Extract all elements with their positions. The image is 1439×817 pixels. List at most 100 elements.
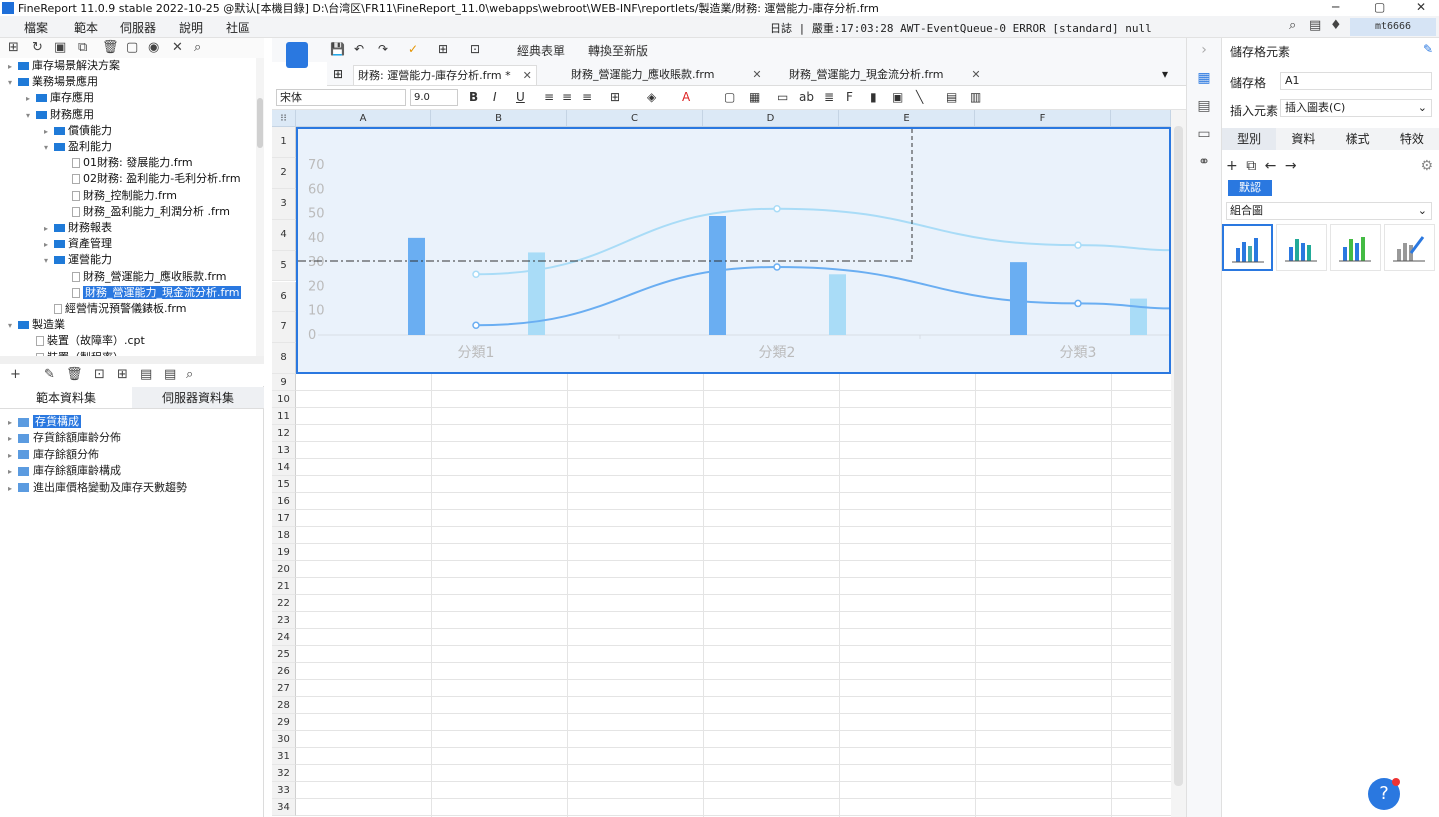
format-brush-icon[interactable]: ✓	[408, 42, 418, 56]
tab-template-dataset[interactable]: 範本資料集	[0, 387, 132, 408]
gear-icon[interactable]: ⚙	[1420, 158, 1433, 174]
locate-icon[interactable]: ◉	[148, 40, 159, 55]
row-header[interactable]: 11	[272, 408, 296, 426]
add-icon[interactable]: +	[1226, 158, 1238, 174]
column-header[interactable]: F	[975, 110, 1111, 127]
chevron-right-icon[interactable]: ▸	[8, 464, 18, 480]
chart-style-2[interactable]	[1276, 224, 1327, 271]
user-account[interactable]: mt6666	[1350, 18, 1436, 36]
preview-icon[interactable]: ⊞	[438, 42, 448, 56]
text-icon[interactable]: ab	[799, 90, 814, 104]
row-header[interactable]: 3	[272, 188, 296, 220]
chevron-right-icon[interactable]: ▸	[44, 221, 54, 237]
tab-server-dataset[interactable]: 伺服器資料集	[132, 387, 264, 408]
row-header[interactable]: 8	[272, 343, 296, 375]
panel-splitter[interactable]	[0, 356, 264, 364]
dataset-item[interactable]: ▸ 存貨餘額庫齡分佈	[8, 430, 121, 446]
row-header[interactable]: 4	[272, 219, 296, 251]
classic-form-button[interactable]: 經典表單	[517, 42, 565, 59]
chart-style-3[interactable]	[1330, 224, 1381, 271]
minimize-button[interactable]: ─	[1332, 0, 1339, 14]
row-header[interactable]: 7	[272, 312, 296, 344]
tree-item[interactable]: 財務_控制能力.frm	[62, 188, 177, 204]
chevron-right-icon[interactable]: ▸	[44, 237, 54, 253]
tree-item[interactable]: ▸ 償債能力	[44, 123, 112, 139]
row-header[interactable]: 25	[272, 646, 296, 664]
grid-scrollbar[interactable]	[1171, 110, 1186, 817]
row-header[interactable]: 20	[272, 561, 296, 579]
tree-item[interactable]: ▾ 盈利能力	[44, 139, 112, 155]
save-icon[interactable]: 💾	[330, 42, 345, 56]
switch-new-button[interactable]: 轉換至新版	[588, 42, 648, 59]
tree-item[interactable]: 裝置（故障率）.cpt	[26, 333, 145, 349]
tree-item[interactable]: ▾ 業務場景應用	[8, 74, 98, 90]
chevron-down-icon[interactable]: ▾	[8, 318, 18, 334]
tree-scrollbar[interactable]	[256, 58, 264, 358]
close-icon[interactable]: ✕	[523, 69, 532, 82]
column-header[interactable]: B	[431, 110, 567, 127]
tree-item[interactable]: ▸ 庫存應用	[26, 90, 94, 106]
row-header[interactable]: 33	[272, 782, 296, 800]
delete-icon[interactable]: 🗑	[102, 40, 119, 55]
tab-data[interactable]: 資料	[1276, 128, 1331, 150]
column-header[interactable]: E	[839, 110, 975, 127]
chart-type-select[interactable]: 組合圖 ⌄	[1226, 202, 1432, 220]
insert-element-select[interactable]: 插入圖表(C) ⌄	[1280, 99, 1432, 117]
expand-icon[interactable]: ›	[1196, 42, 1212, 58]
search-icon[interactable]: ⌕	[1289, 18, 1296, 33]
pin-icon[interactable]: ✎	[1423, 42, 1433, 56]
underline-icon[interactable]: U	[516, 90, 525, 104]
row-header[interactable]: 18	[272, 527, 296, 545]
formula-icon[interactable]: F	[846, 90, 853, 104]
tab-cashflow[interactable]: 財務_營運能力_現金流分析.frm ✕	[785, 65, 985, 85]
tab-receivables[interactable]: 財務_營運能力_應收賬款.frm ✕	[567, 65, 766, 85]
maximize-button[interactable]: ▢	[1374, 0, 1385, 14]
cell-attribute-icon[interactable]: ▤	[1196, 98, 1212, 114]
row-header[interactable]: 10	[272, 391, 296, 409]
paste-icon[interactable]: ▤	[140, 367, 152, 382]
row-header[interactable]: 23	[272, 612, 296, 630]
tree-item[interactable]: ▾ 財務應用	[26, 107, 94, 123]
cell-field[interactable]: A1	[1280, 72, 1432, 90]
chevron-right-icon[interactable]: ▸	[8, 481, 18, 497]
slash-icon[interactable]: ╲	[916, 90, 923, 104]
edit-icon[interactable]: ▣	[54, 40, 66, 55]
row-header[interactable]: 21	[272, 578, 296, 596]
corner-cell[interactable]: ⁝⁝	[272, 110, 296, 127]
template-icon[interactable]	[286, 42, 308, 68]
delete-icon[interactable]: 🗑	[66, 367, 83, 382]
row-header[interactable]: 5	[272, 250, 296, 282]
arrow-left-icon[interactable]: ←	[1265, 158, 1277, 174]
chevron-down-icon[interactable]: ▾	[44, 140, 54, 156]
row-header[interactable]: 34	[272, 799, 296, 817]
refresh-icon[interactable]: ↻	[32, 40, 43, 55]
chevron-right-icon[interactable]: ▸	[44, 124, 54, 140]
column-header[interactable]: C	[567, 110, 703, 127]
row-header[interactable]: 6	[272, 281, 296, 313]
chevron-right-icon[interactable]: ▸	[8, 415, 18, 431]
row-header[interactable]: 2	[272, 157, 296, 189]
notification-icon[interactable]: ♦	[1330, 18, 1342, 33]
dataset-item[interactable]: ▸ 庫存餘額庫齡構成	[8, 463, 121, 479]
hyperlink-icon[interactable]: ⚭	[1196, 154, 1212, 170]
row-header[interactable]: 15	[272, 476, 296, 494]
tree-item[interactable]: ▸ 資產管理	[44, 236, 112, 252]
menu-help[interactable]: 說明	[179, 19, 203, 36]
cell-element-icon[interactable]: ▦	[1196, 70, 1212, 86]
chevron-right-icon[interactable]: ▸	[26, 91, 36, 107]
tree-item[interactable]: 01財務: 發展能力.frm	[62, 155, 193, 171]
copy-icon[interactable]: ⧉	[1246, 158, 1256, 174]
dataset-item[interactable]: ▸ 庫存餘額分佈	[8, 447, 99, 463]
chart-icon[interactable]: ▮	[870, 90, 877, 104]
tree-item[interactable]: ▾ 製造業	[8, 317, 65, 333]
row-header[interactable]: 29	[272, 714, 296, 732]
image-icon[interactable]: ▣	[892, 90, 903, 104]
row-header[interactable]: 27	[272, 680, 296, 698]
tab-menu-icon[interactable]: ▾	[1162, 67, 1168, 81]
chart-style-4[interactable]	[1384, 224, 1435, 271]
chevron-right-icon[interactable]: ▸	[8, 59, 18, 75]
chevron-right-icon[interactable]: ▸	[8, 448, 18, 464]
redo-icon[interactable]: ↷	[378, 42, 388, 56]
float-element-icon[interactable]: ▭	[1196, 126, 1212, 142]
default-button[interactable]: 默認	[1228, 180, 1272, 196]
